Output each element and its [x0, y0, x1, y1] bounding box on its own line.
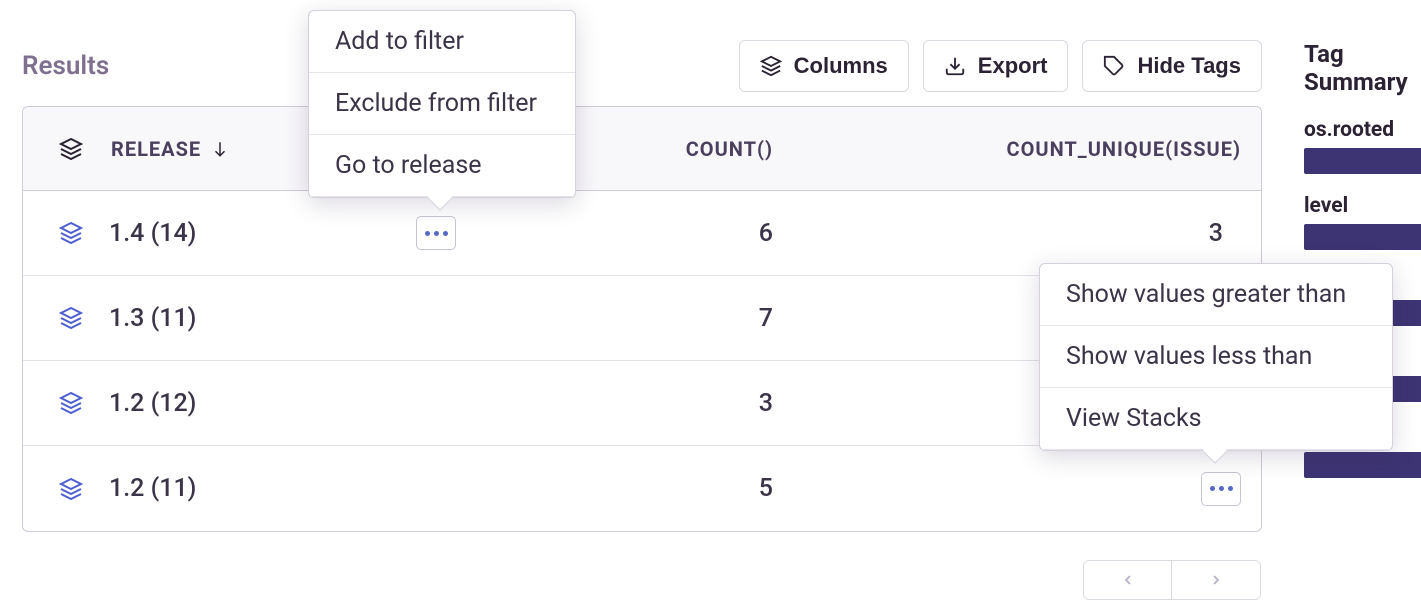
pagination	[1083, 560, 1261, 600]
table-header: RELEASE COUNT() COUNT_UNIQUE(ISSUE)	[23, 107, 1261, 191]
cell-count[interactable]: 7	[493, 304, 883, 333]
tag-summary-title: Tag Summary	[1304, 40, 1421, 96]
menu-item-add-filter[interactable]: Add to filter	[309, 11, 575, 73]
cell-actions-button[interactable]	[1201, 472, 1241, 506]
ellipsis-icon	[425, 231, 448, 236]
menu-item-values-less[interactable]: Show values less than	[1040, 326, 1392, 388]
tag-block: level	[1304, 194, 1421, 250]
arrow-down-icon	[211, 138, 229, 160]
tag-bar[interactable]	[1304, 224, 1421, 250]
columns-button[interactable]: Columns	[739, 40, 909, 92]
release-value: 1.3 (11)	[109, 304, 196, 333]
export-label: Export	[978, 53, 1048, 79]
release-context-menu: Add to filter Exclude from filter Go to …	[308, 10, 576, 198]
release-value: 1.2 (11)	[109, 474, 196, 503]
cell-count[interactable]: 6	[493, 219, 883, 248]
tag-bar[interactable]	[1304, 148, 1421, 174]
layers-icon	[59, 391, 83, 415]
cell-release[interactable]: 1.2 (12)	[23, 389, 493, 418]
row-actions-button[interactable]	[416, 216, 456, 250]
hide-tags-label: Hide Tags	[1137, 53, 1241, 79]
table-row: 1.2 (11) 5	[23, 446, 1261, 531]
cell-unique[interactable]: 3	[883, 219, 1262, 248]
column-header-unique[interactable]: COUNT_UNIQUE(ISSUE)	[883, 137, 1262, 161]
release-value: 1.4 (14)	[109, 219, 196, 248]
results-header: Results Columns Export Hide Tags	[22, 0, 1262, 106]
cell-count[interactable]: 3	[493, 389, 883, 418]
toolbar: Columns Export Hide Tags	[739, 40, 1262, 92]
export-button[interactable]: Export	[923, 40, 1069, 92]
results-title: Results	[22, 51, 109, 81]
download-icon	[944, 55, 966, 77]
menu-item-exclude-filter[interactable]: Exclude from filter	[309, 73, 575, 135]
value-context-menu: Show values greater than Show values les…	[1039, 263, 1393, 451]
layers-icon	[59, 137, 83, 161]
menu-item-values-greater[interactable]: Show values greater than	[1040, 264, 1392, 326]
hide-tags-button[interactable]: Hide Tags	[1082, 40, 1262, 92]
tag-icon	[1103, 55, 1125, 77]
layers-icon	[59, 221, 83, 245]
tag-block: os.rooted	[1304, 118, 1421, 174]
layers-icon	[760, 55, 782, 77]
next-page-button[interactable]	[1172, 561, 1260, 599]
cell-release[interactable]: 1.3 (11)	[23, 304, 493, 333]
prev-page-button[interactable]	[1084, 561, 1172, 599]
chevron-right-icon	[1208, 572, 1224, 588]
release-value: 1.2 (12)	[109, 389, 196, 418]
cell-release[interactable]: 1.2 (11)	[23, 474, 493, 503]
col-release-label: RELEASE	[111, 137, 201, 161]
cell-release[interactable]: 1.4 (14)	[23, 216, 493, 250]
tag-label: os.rooted	[1304, 118, 1421, 142]
tag-label: level	[1304, 194, 1421, 218]
layers-icon	[59, 477, 83, 501]
cell-count[interactable]: 5	[493, 474, 883, 503]
columns-label: Columns	[794, 53, 888, 79]
chevron-left-icon	[1120, 572, 1136, 588]
cell-unique[interactable]	[883, 472, 1262, 506]
layers-icon	[59, 306, 83, 330]
ellipsis-icon	[1210, 486, 1233, 491]
tag-bar[interactable]	[1304, 452, 1421, 478]
